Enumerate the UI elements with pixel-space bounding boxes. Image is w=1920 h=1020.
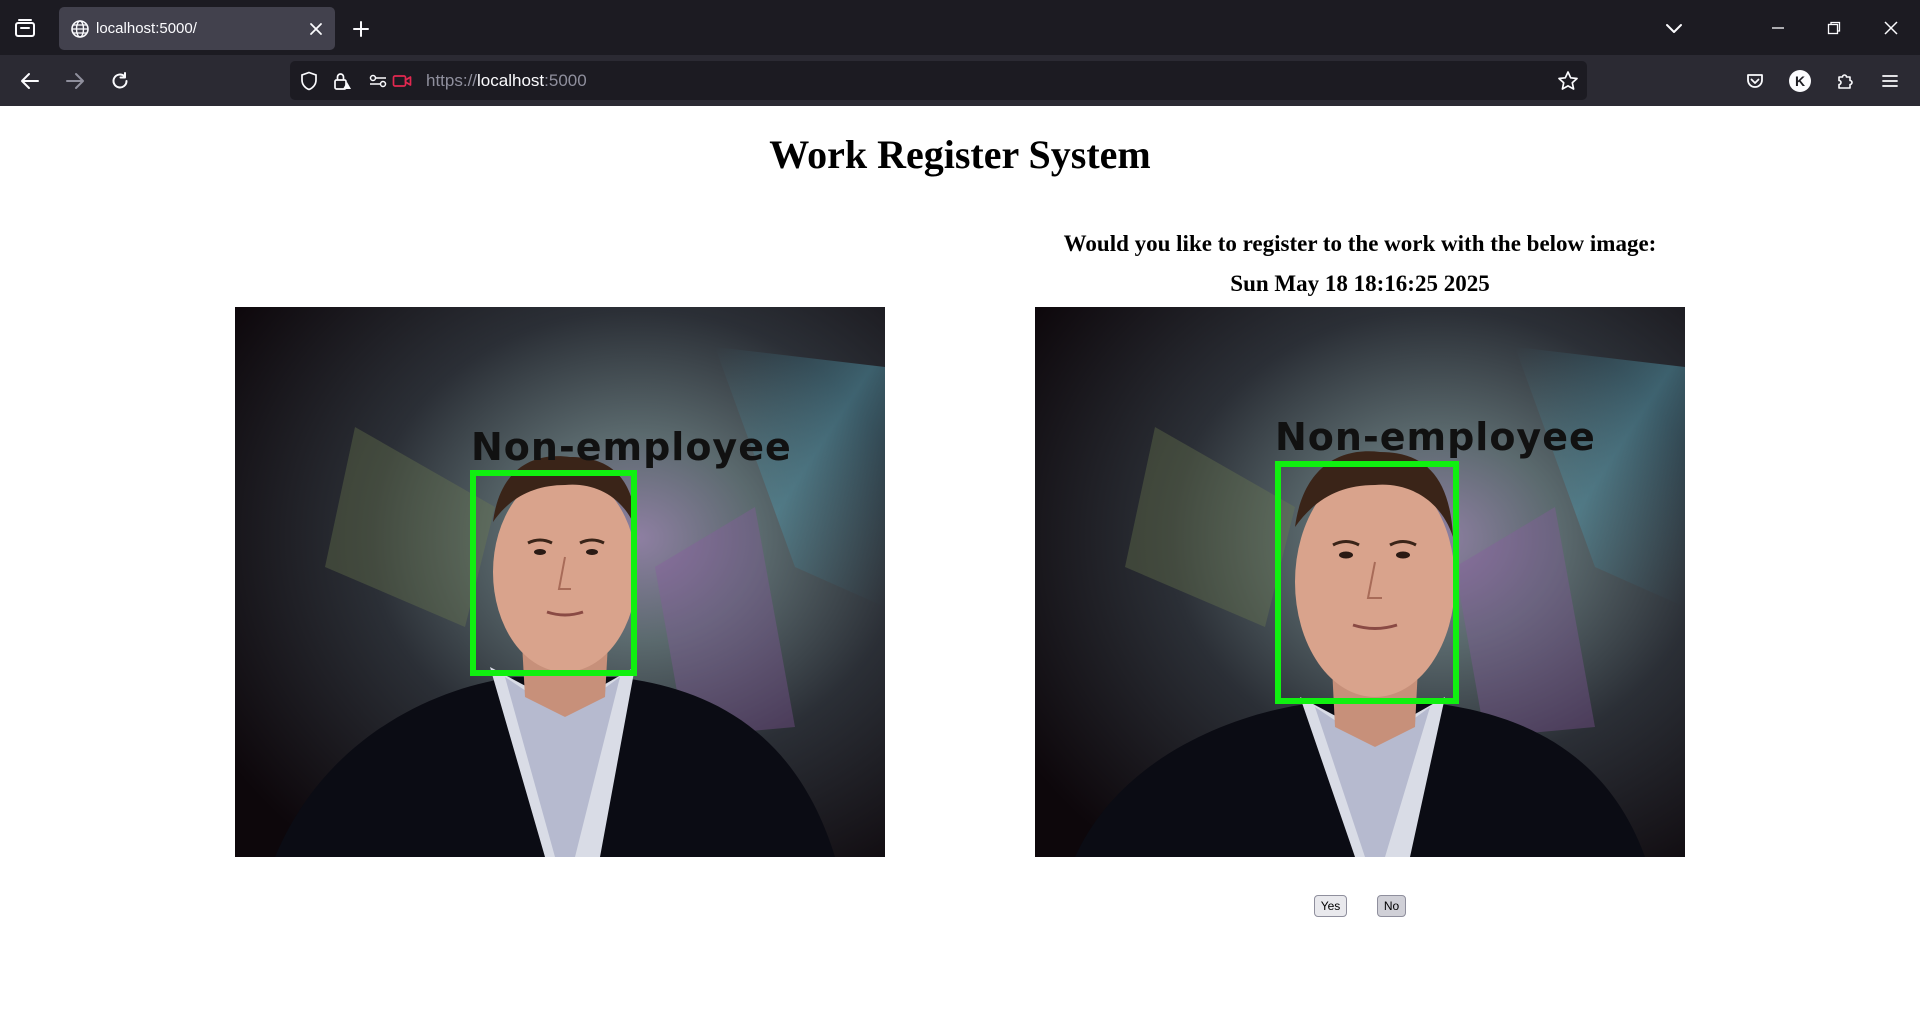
account-initial: K (1789, 70, 1811, 92)
face-detection-box (1275, 461, 1459, 704)
chevron-down-icon[interactable] (1659, 13, 1689, 43)
register-prompt: Would you like to register to the work w… (1063, 231, 1657, 256)
url-port: :5000 (544, 71, 587, 90)
url-scheme: https:// (426, 71, 478, 90)
navigation-toolbar: https://localhost:5000 K (0, 55, 1920, 106)
timestamp: Sun May 18 18:16:25 2025 (1230, 271, 1490, 296)
live-camera-frame: Non-employee (235, 307, 885, 857)
firefox-view-icon[interactable] (10, 14, 40, 42)
url-host: localhost (477, 71, 545, 90)
url-bar[interactable]: https://localhost:5000 (290, 61, 1587, 100)
close-tab-icon[interactable] (305, 18, 327, 40)
globe-icon (70, 19, 90, 39)
minimize-icon[interactable] (1762, 12, 1794, 44)
captured-image-frame: Non-employee (1035, 307, 1685, 857)
new-tab-plus-icon[interactable] (346, 14, 376, 44)
close-window-icon[interactable] (1875, 12, 1907, 44)
tab-title: localhost:5000/ (96, 20, 197, 37)
lock-warning-icon[interactable] (332, 71, 352, 91)
camera-sharing-icon[interactable] (392, 71, 412, 91)
account-avatar[interactable]: K (1784, 65, 1816, 97)
reload-icon[interactable] (104, 65, 136, 97)
no-button[interactable]: No (1377, 895, 1406, 917)
face-label: Non-employee (1275, 415, 1596, 459)
star-icon[interactable] (1557, 70, 1579, 92)
browser-tab-active[interactable]: localhost:5000/ (59, 7, 335, 50)
url-text: https://localhost:5000 (426, 71, 587, 91)
back-arrow-icon[interactable] (14, 65, 46, 97)
shield-icon[interactable] (299, 71, 319, 91)
forward-arrow-icon[interactable] (59, 65, 91, 97)
permissions-icon[interactable] (368, 71, 388, 91)
web-page: Work Register System Would you like to r… (0, 106, 1920, 1020)
face-label: Non-employee (471, 425, 792, 469)
tab-strip: localhost:5000/ (0, 0, 1920, 55)
yes-button[interactable]: Yes (1314, 895, 1347, 917)
extensions-puzzle-icon[interactable] (1829, 65, 1861, 97)
restore-icon[interactable] (1818, 12, 1850, 44)
page-title: Work Register System (769, 132, 1151, 177)
face-detection-box (470, 470, 637, 676)
hamburger-menu-icon[interactable] (1874, 65, 1906, 97)
pocket-icon[interactable] (1739, 65, 1771, 97)
